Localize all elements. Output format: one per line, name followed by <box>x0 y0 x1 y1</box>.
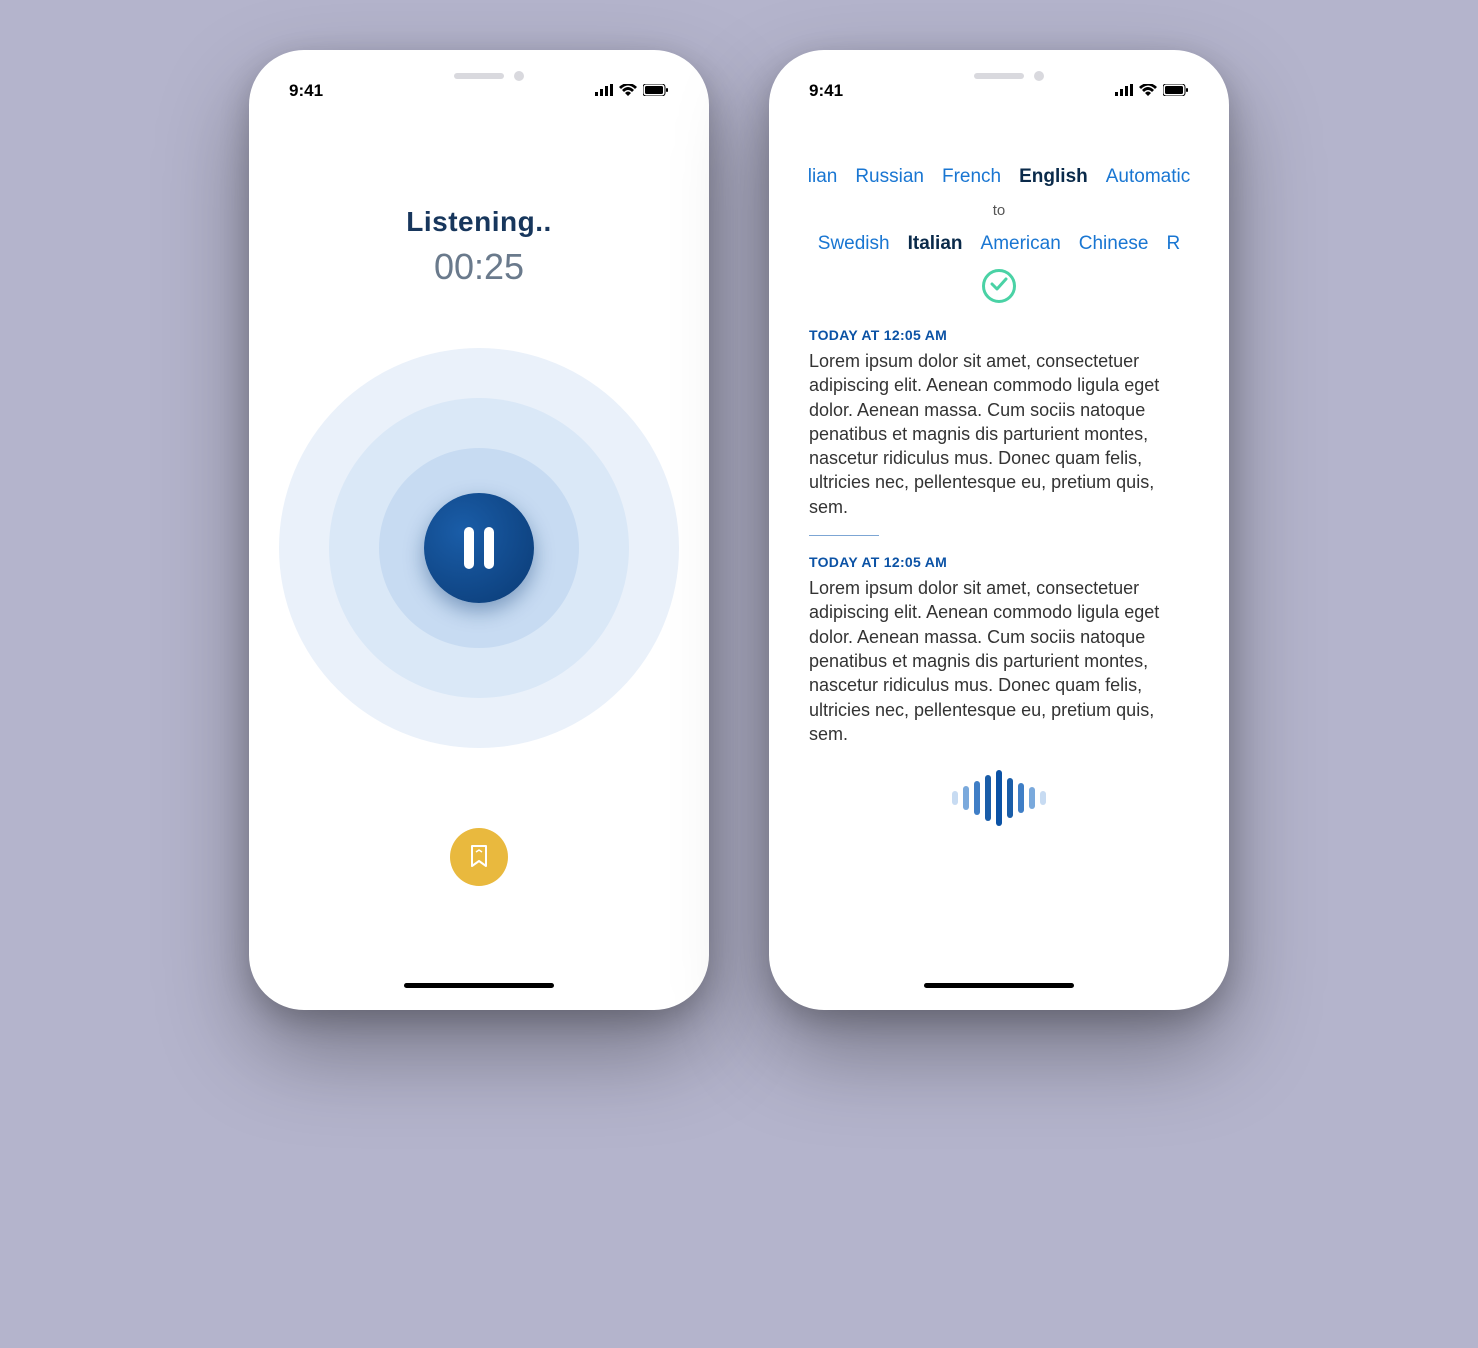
confirm-button[interactable] <box>982 269 1016 303</box>
source-language-picker[interactable]: lian Russian French English Automatic <box>781 166 1217 188</box>
pause-icon <box>464 527 494 569</box>
waveform-bar <box>1040 791 1046 805</box>
waveform-bar <box>974 781 980 815</box>
target-language-picker[interactable]: Swedish Italian American Chinese R <box>781 233 1217 255</box>
front-camera <box>514 71 524 81</box>
battery-icon <box>1163 81 1189 101</box>
waveform-bar <box>952 791 958 805</box>
waveform-bar <box>963 786 969 810</box>
status-time: 9:41 <box>289 81 323 101</box>
language-option[interactable]: Italian <box>908 233 963 255</box>
waveform-bar <box>985 775 991 821</box>
language-option[interactable]: English <box>1019 166 1088 188</box>
language-option[interactable]: Russian <box>855 166 924 188</box>
battery-icon <box>643 81 669 101</box>
speaker-grille <box>454 73 504 79</box>
recording-timer: 00:25 <box>261 246 697 288</box>
language-option[interactable]: R <box>1166 233 1180 255</box>
language-option[interactable]: Chinese <box>1079 233 1149 255</box>
phone-mockup-listening: 9:41 Listening.. 00:25 <box>249 50 709 1010</box>
to-label: to <box>781 202 1217 219</box>
listening-title: Listening.. <box>261 206 697 238</box>
home-indicator[interactable] <box>924 983 1074 988</box>
home-indicator[interactable] <box>404 983 554 988</box>
waveform-bar <box>996 770 1002 826</box>
device-notch <box>379 62 579 90</box>
front-camera <box>1034 71 1044 81</box>
language-option[interactable]: American <box>981 233 1061 255</box>
language-option[interactable]: Automatic <box>1106 166 1190 188</box>
speaker-grille <box>974 73 1024 79</box>
check-icon <box>990 277 1008 296</box>
entry-timestamp: TODAY AT 12:05 AM <box>809 327 1189 343</box>
language-option[interactable]: Swedish <box>818 233 890 255</box>
wifi-icon <box>619 81 637 101</box>
pause-button[interactable] <box>424 493 534 603</box>
pulse-visualizer <box>261 328 697 768</box>
entry-body: Lorem ipsum dolor sit amet, consectetuer… <box>809 576 1189 746</box>
phone-mockup-translation: 9:41 lian Russian French English Automatic t… <box>769 50 1229 1010</box>
language-option[interactable]: French <box>942 166 1001 188</box>
waveform-bar <box>1007 778 1013 818</box>
waveform-bar <box>1029 787 1035 809</box>
entry-timestamp: TODAY AT 12:05 AM <box>809 554 1189 570</box>
waveform-icon[interactable] <box>781 770 1217 826</box>
cellular-icon <box>595 81 613 101</box>
cellular-icon <box>1115 81 1133 101</box>
device-notch <box>899 62 1099 90</box>
entry-divider <box>809 535 879 536</box>
bookmark-icon <box>469 844 489 871</box>
wifi-icon <box>1139 81 1157 101</box>
waveform-bar <box>1018 783 1024 813</box>
status-time: 9:41 <box>809 81 843 101</box>
transcript-list: TODAY AT 12:05 AM Lorem ipsum dolor sit a… <box>781 303 1217 746</box>
entry-body: Lorem ipsum dolor sit amet, consectetuer… <box>809 349 1189 519</box>
bookmark-button[interactable] <box>450 828 508 886</box>
language-option[interactable]: lian <box>808 166 838 188</box>
